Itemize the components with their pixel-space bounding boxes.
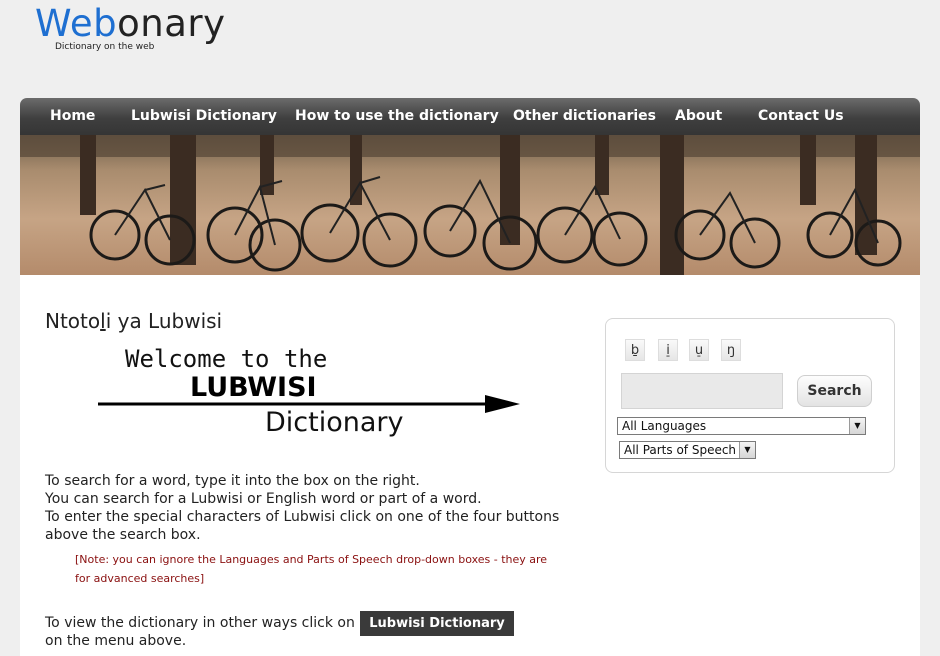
logo-tagline: Dictionary on the web: [55, 42, 155, 52]
language-select[interactable]: All Languages ▼: [617, 417, 866, 435]
nav-item-about[interactable]: About: [675, 98, 722, 135]
pos-select-value: All Parts of Speech: [624, 443, 737, 457]
welcome-line-3: Dictionary: [265, 407, 404, 438]
search-button[interactable]: Search: [797, 375, 872, 407]
nav-item-home[interactable]: Home: [50, 98, 95, 135]
note-line: for advanced searches]: [75, 572, 205, 585]
search-panel: ḇ i̠ u̠ ŋ Search All Languages ▼ All Par…: [605, 318, 895, 473]
language-select-value: All Languages: [622, 419, 707, 433]
main-nav: Home Lubwisi Dictionary How to use the d…: [20, 98, 920, 135]
page-title: Ntotoli ya Lubwisi: [45, 309, 223, 333]
part-of-speech-select[interactable]: All Parts of Speech ▼: [619, 441, 756, 459]
intro-line: To enter the special characters of Lubwi…: [45, 509, 560, 525]
nav-item-contact-us[interactable]: Contact Us: [758, 98, 844, 135]
view-instructions: To view the dictionary in other ways cli…: [45, 615, 355, 631]
chevron-down-icon: ▼: [739, 442, 755, 458]
nav-item-lubwisi-dictionary[interactable]: Lubwisi Dictionary: [131, 98, 277, 135]
nav-item-how-to-use[interactable]: How to use the dictionary: [295, 98, 499, 135]
welcome-line-1: Welcome to the: [125, 345, 327, 373]
lubwisi-dictionary-button[interactable]: Lubwisi Dictionary: [360, 611, 514, 636]
welcome-line-2: LUBWISI: [190, 372, 317, 403]
site-logo[interactable]: Webonary Dictionary on the web: [35, 2, 226, 53]
char-button-ng[interactable]: ŋ: [721, 339, 741, 361]
char-button-u[interactable]: u̠: [689, 339, 709, 361]
view-instructions-end: on the menu above.: [45, 633, 187, 649]
advanced-note: [Note: you can ignore the Languages and …: [75, 550, 547, 588]
intro-line: You can search for a Lubwisi or English …: [45, 491, 482, 507]
welcome-banner-image: Welcome to the LUBWISI Dictionary: [95, 337, 535, 447]
logo-wordmark: Webonary: [35, 2, 226, 45]
search-input[interactable]: [621, 373, 783, 409]
chevron-down-icon: ▼: [849, 418, 865, 434]
main-content: Ntotoli ya Lubwisi Welcome to the LUBWIS…: [20, 275, 920, 656]
intro-text: To search for a word, type it into the b…: [45, 472, 559, 544]
banner-image: [20, 135, 920, 275]
nav-item-other-dictionaries[interactable]: Other dictionaries: [513, 98, 656, 135]
char-button-i[interactable]: i̠: [658, 339, 678, 361]
note-line: [Note: you can ignore the Languages and …: [75, 553, 548, 566]
intro-line: above the search box.: [45, 527, 201, 543]
char-button-b[interactable]: ḇ: [625, 339, 645, 361]
intro-line: To search for a word, type it into the b…: [45, 473, 420, 489]
